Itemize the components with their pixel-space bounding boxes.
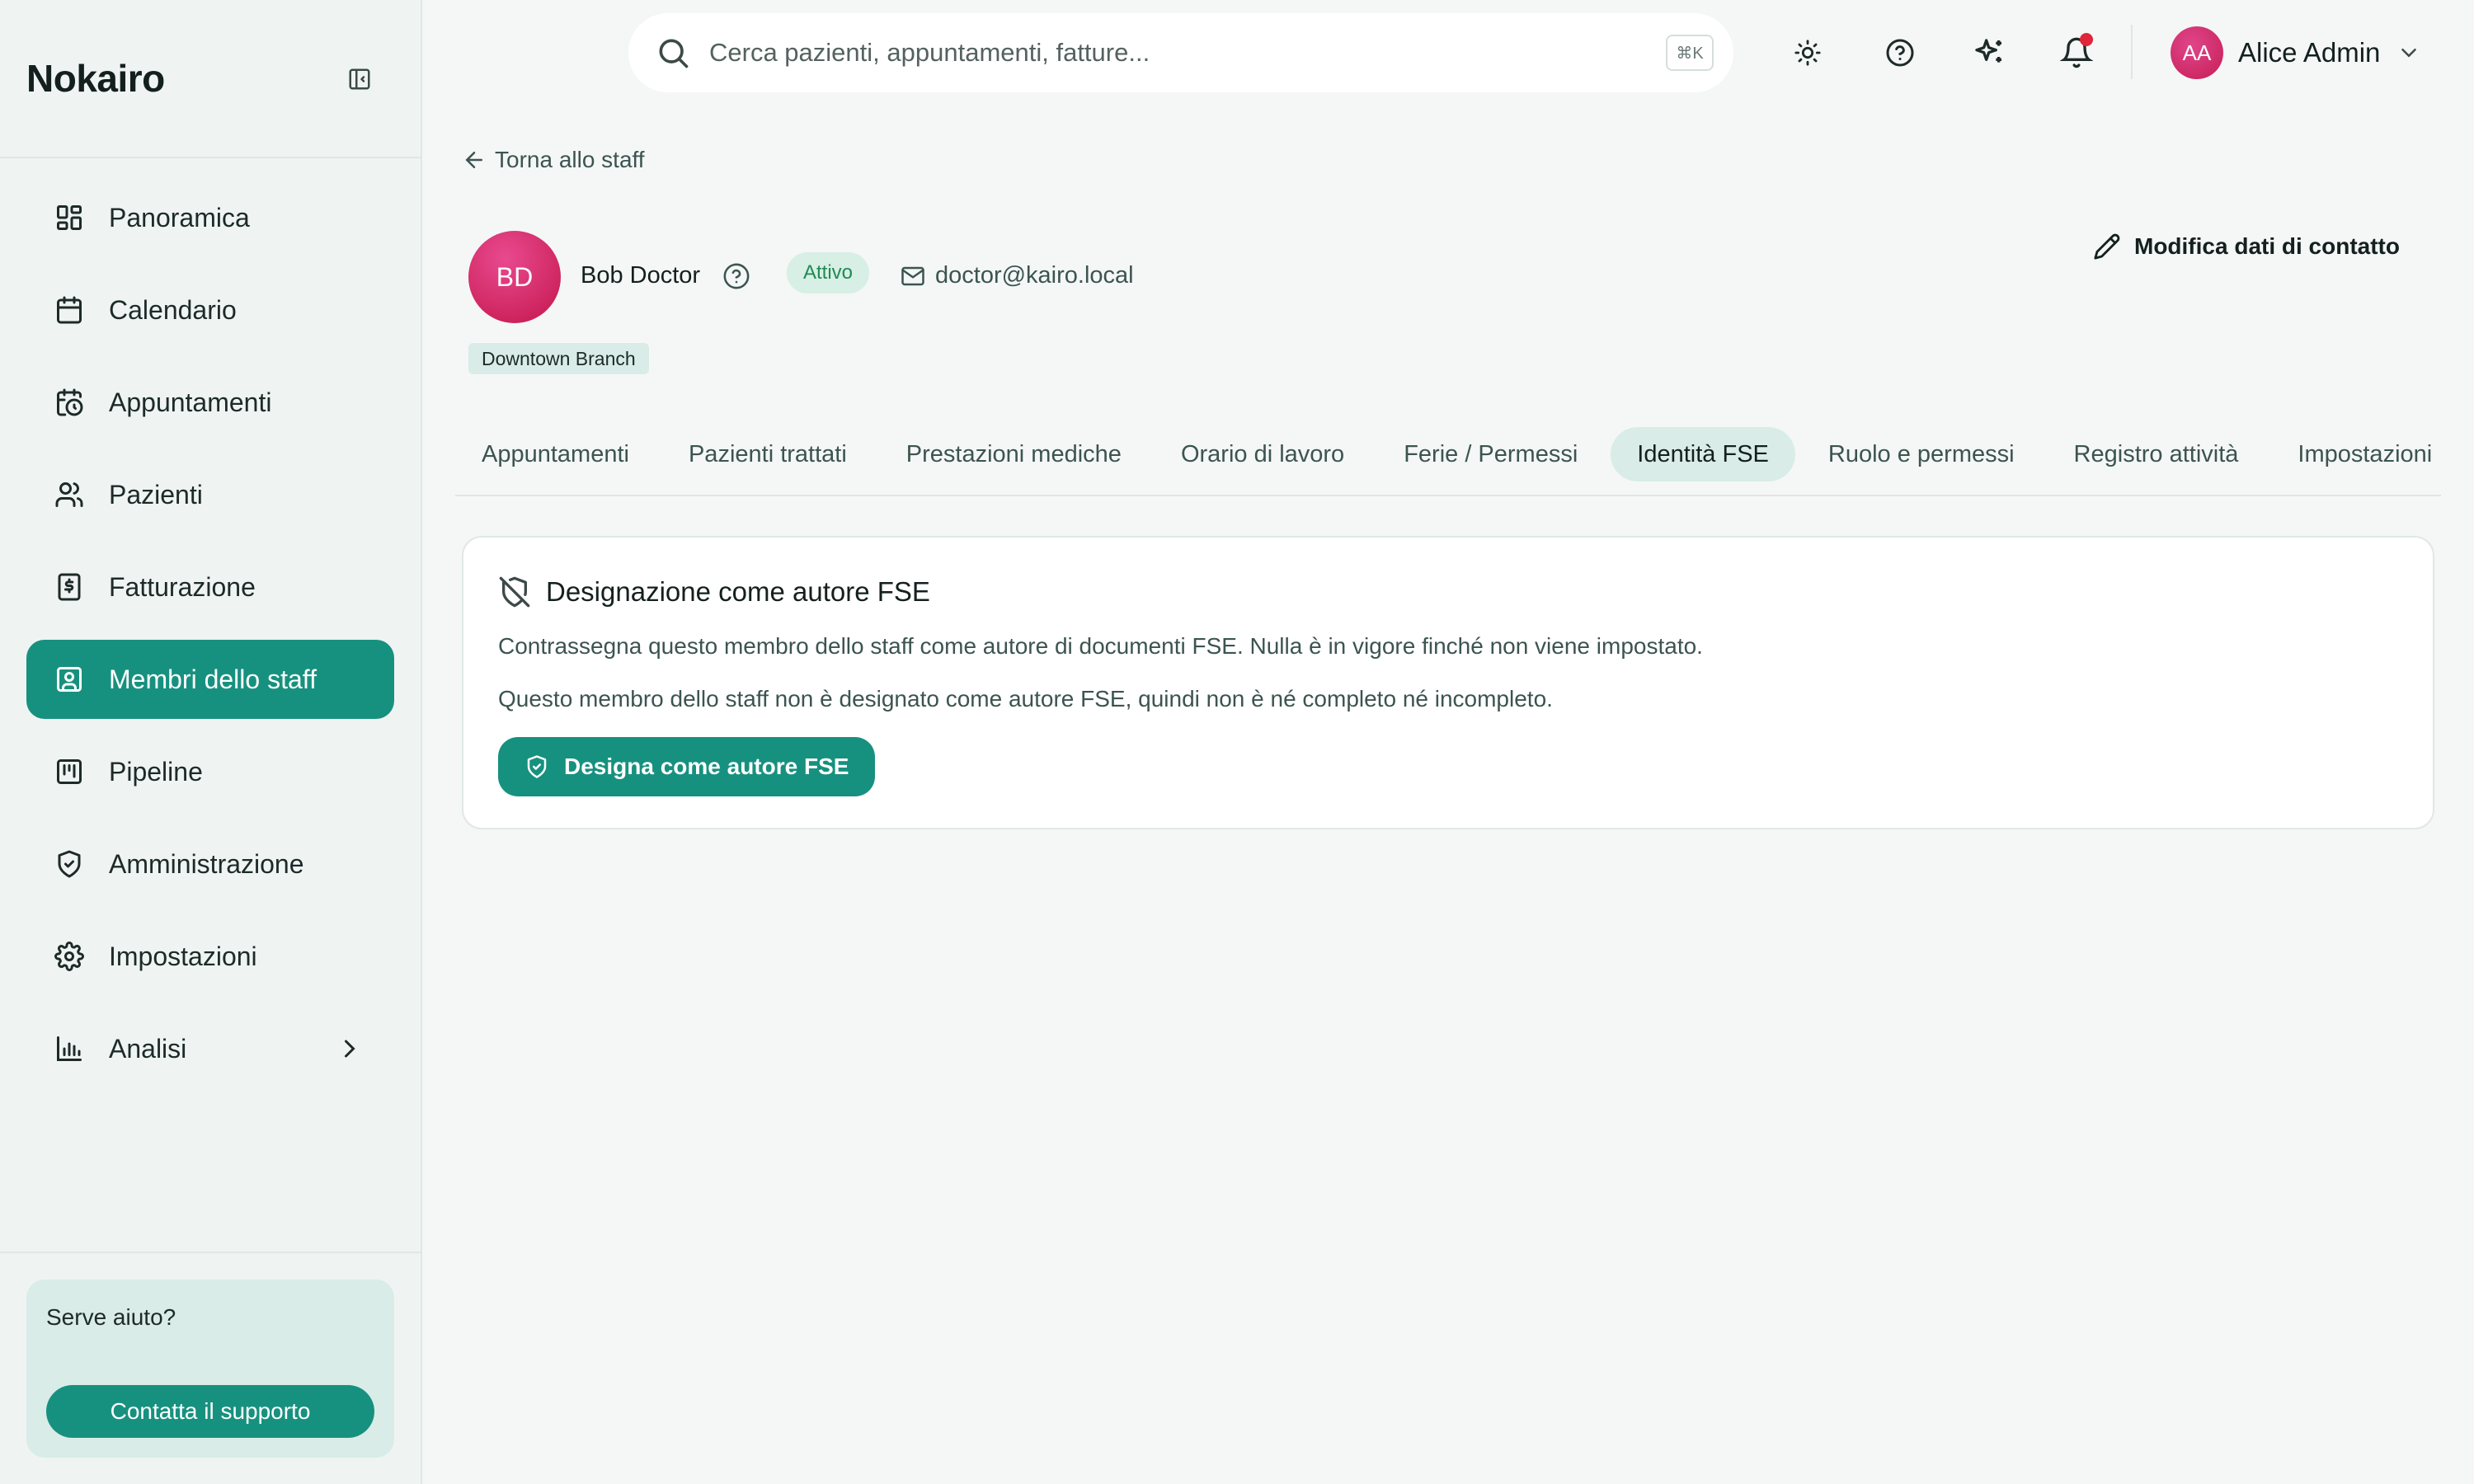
arrow-left-icon bbox=[462, 148, 487, 172]
sidebar-item-amministrazione[interactable]: Amministrazione bbox=[26, 824, 394, 904]
sidebar-item-label: Pazienti bbox=[109, 479, 203, 510]
theme-toggle-sun-icon[interactable] bbox=[1788, 33, 1827, 73]
gear-icon bbox=[53, 940, 86, 973]
sidebar: Nokairo Panoramica Calendario Appuntamen… bbox=[0, 0, 422, 1484]
sidebar-item-membri-dello-staff[interactable]: Membri dello staff bbox=[26, 640, 394, 719]
card-status-note: Questo membro dello staff non è designat… bbox=[498, 686, 1553, 711]
shield-check-icon bbox=[524, 754, 549, 779]
mail-icon bbox=[901, 264, 925, 289]
sidebar-item-label: Analisi bbox=[109, 1033, 187, 1064]
sidebar-item-label: Membri dello staff bbox=[109, 664, 317, 694]
designate-button-label: Designa come autore FSE bbox=[564, 754, 849, 779]
status-badge: Attivo bbox=[787, 252, 870, 294]
branch-badge: Downtown Branch bbox=[468, 343, 649, 374]
sidebar-item-analisi[interactable]: Analisi bbox=[26, 1009, 394, 1088]
help-card: Serve aiuto? Contatta il supporto bbox=[26, 1280, 394, 1458]
shield-off-icon bbox=[498, 575, 531, 608]
kanban-icon bbox=[53, 755, 86, 788]
help-circle-icon[interactable] bbox=[1880, 33, 1920, 73]
sidebar-item-calendario[interactable]: Calendario bbox=[26, 270, 394, 350]
edit-contact-label: Modifica dati di contatto bbox=[2134, 233, 2400, 259]
notifications-bell-icon[interactable] bbox=[2057, 33, 2096, 73]
sidebar-item-label: Impostazioni bbox=[109, 941, 257, 971]
sidebar-item-label: Amministrazione bbox=[109, 848, 304, 879]
staff-badge-icon bbox=[53, 663, 86, 696]
sidebar-item-pipeline[interactable]: Pipeline bbox=[26, 732, 394, 811]
bar-chart-icon bbox=[53, 1032, 86, 1065]
tabs-divider bbox=[455, 495, 2441, 496]
sidebar-item-label: Panoramica bbox=[109, 202, 250, 232]
email-text: doctor@kairo.local bbox=[935, 262, 1134, 289]
help-circle-icon[interactable] bbox=[722, 262, 750, 290]
search-shortcut-hint: ⌘K bbox=[1666, 35, 1714, 71]
card-title-text: Designazione come autore FSE bbox=[546, 576, 930, 607]
edit-contact-button[interactable]: Modifica dati di contatto bbox=[2093, 232, 2400, 261]
collapse-sidebar-icon[interactable] bbox=[345, 64, 374, 94]
sidebar-bottom-divider bbox=[0, 1252, 421, 1253]
sidebar-item-fatturazione[interactable]: Fatturazione bbox=[26, 547, 394, 627]
pencil-icon bbox=[2093, 232, 2121, 261]
help-title: Serve aiuto? bbox=[46, 1304, 176, 1330]
calendar-icon bbox=[53, 294, 86, 326]
sidebar-item-pazienti[interactable]: Pazienti bbox=[26, 455, 394, 534]
tab-impostazioni[interactable]: Impostazioni bbox=[2271, 427, 2458, 481]
user-avatar: AA bbox=[2171, 26, 2223, 79]
ai-sparkles-icon[interactable] bbox=[1969, 33, 2009, 73]
designate-fse-author-button[interactable]: Designa come autore FSE bbox=[498, 737, 876, 796]
brand-logo[interactable]: Nokairo bbox=[26, 56, 165, 101]
sidebar-item-label: Fatturazione bbox=[109, 571, 256, 602]
user-name: Alice Admin bbox=[2238, 37, 2381, 68]
profile-email[interactable]: doctor@kairo.local bbox=[901, 262, 1134, 289]
tab-registro-attivita[interactable]: Registro attività bbox=[2048, 427, 2265, 481]
back-to-staff-link[interactable]: Torna allo staff bbox=[462, 147, 645, 173]
calendar-clock-icon bbox=[53, 386, 86, 419]
tab-prestazioni-mediche[interactable]: Prestazioni mediche bbox=[880, 427, 1148, 481]
user-menu[interactable]: AA Alice Admin bbox=[2171, 25, 2421, 81]
chevron-right-icon[interactable] bbox=[335, 1034, 365, 1064]
tab-ruolo-e-permessi[interactable]: Ruolo e permessi bbox=[1802, 427, 2041, 481]
search-input[interactable] bbox=[709, 38, 1633, 68]
shield-check-icon bbox=[53, 848, 86, 881]
sidebar-item-label: Calendario bbox=[109, 294, 237, 325]
card-title: Designazione come autore FSE bbox=[498, 575, 930, 608]
profile-tabs: Appuntamenti Pazienti trattati Prestazio… bbox=[455, 427, 2465, 481]
sidebar-item-label: Pipeline bbox=[109, 756, 203, 787]
search-icon bbox=[655, 35, 691, 71]
invoice-icon bbox=[53, 571, 86, 603]
tab-appuntamenti[interactable]: Appuntamenti bbox=[455, 427, 656, 481]
sidebar-item-label: Appuntamenti bbox=[109, 387, 272, 417]
profile-name: Bob Doctor bbox=[581, 262, 701, 289]
users-icon bbox=[53, 478, 86, 511]
tab-orario-di-lavoro[interactable]: Orario di lavoro bbox=[1155, 427, 1371, 481]
notification-dot bbox=[2080, 33, 2093, 46]
back-label: Torna allo staff bbox=[495, 147, 645, 172]
sidebar-divider bbox=[0, 157, 421, 158]
tab-pazienti-trattati[interactable]: Pazienti trattati bbox=[662, 427, 873, 481]
sidebar-item-appuntamenti[interactable]: Appuntamenti bbox=[26, 363, 394, 442]
fse-author-card: Designazione come autore FSE Contrassegn… bbox=[462, 536, 2434, 829]
topbar-divider bbox=[2131, 25, 2133, 79]
sidebar-item-panoramica[interactable]: Panoramica bbox=[26, 178, 394, 257]
dashboard-icon bbox=[53, 201, 86, 234]
profile-avatar: BD bbox=[468, 231, 561, 323]
global-search[interactable]: ⌘K bbox=[628, 13, 1733, 92]
tab-identita-fse[interactable]: Identità FSE bbox=[1611, 427, 1795, 481]
contact-support-button[interactable]: Contatta il supporto bbox=[46, 1385, 374, 1438]
sidebar-nav: Panoramica Calendario Appuntamenti Pazie… bbox=[26, 178, 394, 1101]
sidebar-item-impostazioni[interactable]: Impostazioni bbox=[26, 917, 394, 996]
tab-ferie-permessi[interactable]: Ferie / Permessi bbox=[1377, 427, 1604, 481]
card-description: Contrassegna questo membro dello staff c… bbox=[498, 633, 1703, 659]
chevron-down-icon bbox=[2396, 40, 2421, 65]
